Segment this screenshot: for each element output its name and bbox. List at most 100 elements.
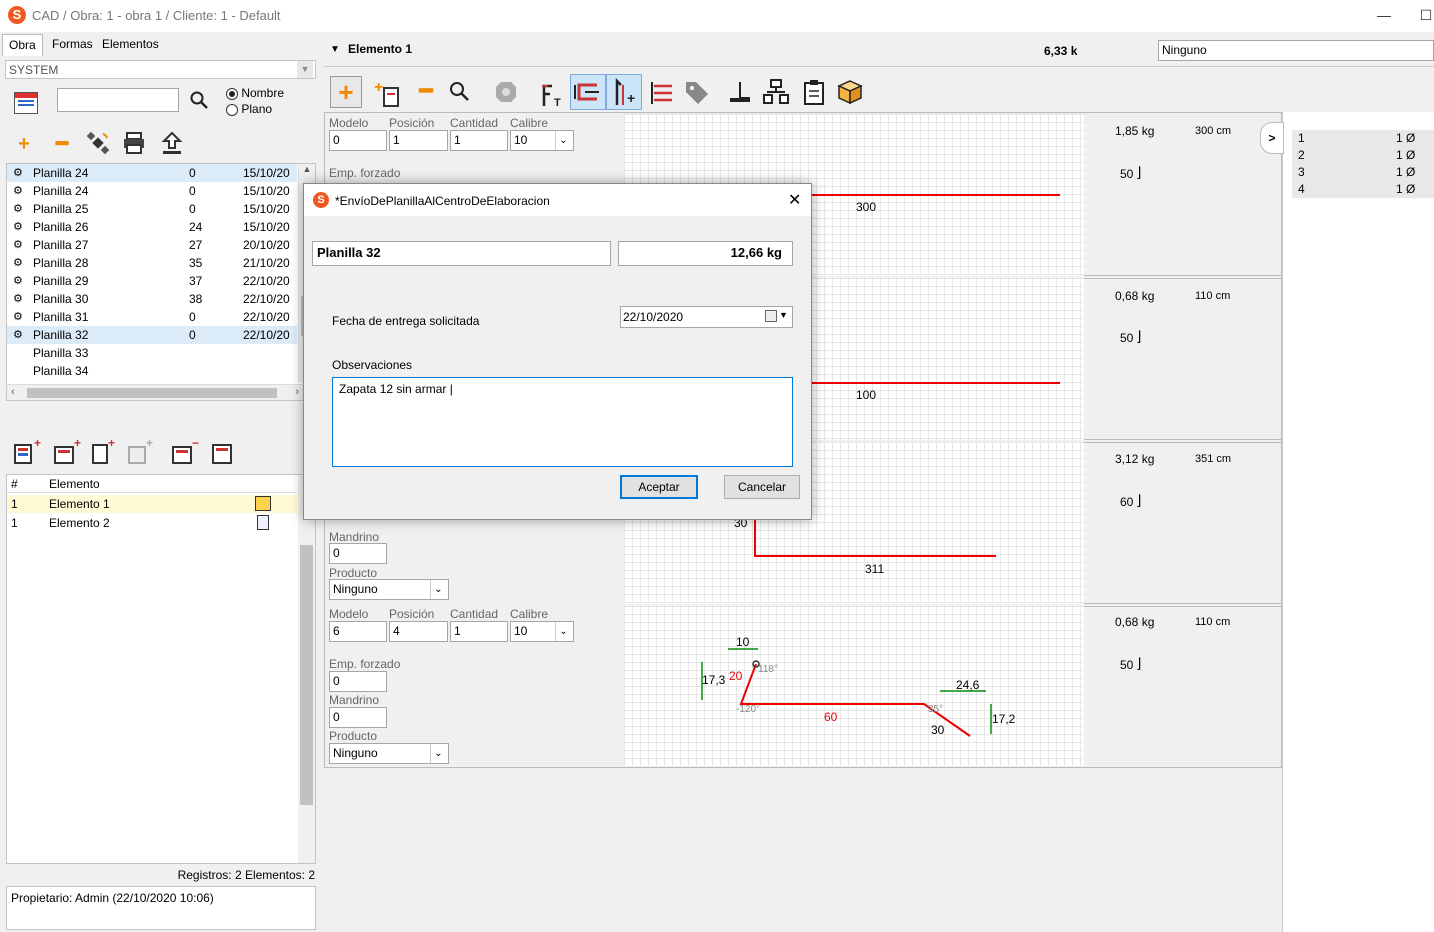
modelo-field[interactable]: 6 xyxy=(329,621,387,642)
mandrino-field[interactable]: 0 xyxy=(329,543,387,564)
cantidad-field[interactable]: 1 xyxy=(450,130,508,151)
chevron-down-icon[interactable]: ▼ xyxy=(297,61,313,78)
chevron-down-icon[interactable]: ⌄ xyxy=(430,744,446,763)
cancel-button[interactable]: Cancelar xyxy=(724,475,800,499)
fecha-datepicker[interactable]: 22/10/2020 ▼ xyxy=(620,306,793,328)
grid-add-disabled-icon xyxy=(128,446,146,464)
posicion-field[interactable]: 4 xyxy=(389,621,448,642)
table-row[interactable]: 1 Elemento 2 xyxy=(7,514,297,532)
tag-icon[interactable] xyxy=(682,78,710,106)
remove-form-icon[interactable] xyxy=(172,446,192,464)
radio-plano[interactable]: Plano xyxy=(226,102,272,116)
open-folder-icon[interactable] xyxy=(255,496,271,511)
planilla-name: Planilla 29 xyxy=(33,274,89,288)
calendar-icon[interactable] xyxy=(765,310,777,322)
list-item[interactable]: ⚙ Planilla 27 27 20/10/20 xyxy=(7,236,297,254)
tab-elementos[interactable]: Elementos xyxy=(96,34,165,54)
collapse-triangle-icon[interactable]: ▼ xyxy=(330,44,340,55)
remove-shape-icon[interactable]: ━ xyxy=(412,78,440,106)
horizontal-scrollbar[interactable]: ‹ › xyxy=(7,384,315,400)
measure-icon[interactable] xyxy=(726,78,754,106)
list-item[interactable]: ⚙ Planilla 30 38 22/10/20 xyxy=(7,290,297,308)
copy-form-icon[interactable] xyxy=(212,444,232,464)
weight-field[interactable]: 12,66 kg xyxy=(618,241,793,266)
element-icon[interactable] xyxy=(257,515,269,530)
zoom-icon[interactable] xyxy=(448,80,474,106)
side-list-item[interactable]: 4 1 Ø xyxy=(1292,181,1434,198)
table-row[interactable]: 1 Elemento 1 xyxy=(7,495,297,513)
calendar-list-icon[interactable] xyxy=(14,92,38,114)
print-icon[interactable] xyxy=(120,130,148,158)
add-shape-icon[interactable]: + xyxy=(330,76,362,108)
tab-formas[interactable]: Formas xyxy=(46,34,99,54)
search-icon[interactable] xyxy=(189,90,211,112)
system-combo[interactable]: SYSTEM ▼ xyxy=(5,60,316,79)
side-toggle[interactable]: > xyxy=(1260,122,1284,154)
list-item[interactable]: Planilla 33 xyxy=(7,344,297,362)
box-3d-icon[interactable] xyxy=(836,78,864,106)
list-item[interactable]: ⚙ Planilla 24 0 15/10/20 xyxy=(7,182,297,200)
search-input[interactable] xyxy=(57,88,179,112)
list-item[interactable]: Planilla 34 xyxy=(7,362,297,380)
minimize-button[interactable]: — xyxy=(1372,4,1396,26)
producto-select[interactable]: Ninguno ⌄ xyxy=(329,579,449,600)
system-combo-value: SYSTEM xyxy=(9,63,59,77)
shape-vertical-icon[interactable]: + xyxy=(606,74,642,110)
planilla-field[interactable]: Planilla 32 xyxy=(312,241,611,266)
clipboard-add-icon[interactable] xyxy=(92,444,108,464)
posicion-field[interactable]: 1 xyxy=(389,130,448,151)
side-list-item[interactable]: 2 1 Ø xyxy=(1292,147,1434,164)
satellite-send-icon[interactable] xyxy=(84,130,112,158)
new-element-icon[interactable] xyxy=(14,444,32,464)
upload-icon[interactable] xyxy=(158,130,186,158)
cantidad-field[interactable]: 1 xyxy=(450,621,508,642)
observaciones-textarea[interactable]: Zapata 12 sin armar | xyxy=(332,377,793,467)
list-item[interactable]: ⚙ Planilla 25 0 15/10/20 xyxy=(7,200,297,218)
shape-list-icon[interactable] xyxy=(648,78,676,106)
list-item[interactable]: ⚙ Planilla 32 0 22/10/20 xyxy=(7,326,297,344)
chevron-down-icon[interactable]: ⌄ xyxy=(430,580,446,599)
remove-icon[interactable]: ━ xyxy=(48,130,76,158)
vertical-scrollbar[interactable] xyxy=(298,475,315,863)
shape-f-icon[interactable]: T xyxy=(538,78,566,109)
calibre-select[interactable]: 10 ⌄ xyxy=(510,621,574,642)
close-icon[interactable]: ✕ xyxy=(788,190,801,210)
side-list-item[interactable]: 1 1 Ø xyxy=(1292,130,1434,147)
panel-length: 351 cm xyxy=(1195,453,1232,465)
add-icon[interactable]: + xyxy=(10,130,38,158)
list-item[interactable]: ⚙ Planilla 31 0 22/10/20 xyxy=(7,308,297,326)
radio-nombre[interactable]: Nombre xyxy=(226,86,284,100)
dimension-label: 20 xyxy=(729,669,743,683)
clipboard-icon[interactable] xyxy=(800,78,828,106)
modelo-field[interactable]: 0 xyxy=(329,130,387,151)
planilla-name: Planilla 24 xyxy=(33,166,89,180)
side-list-item[interactable]: 3 1 Ø xyxy=(1292,164,1434,181)
ninguno-value: Ninguno xyxy=(1162,43,1207,57)
tab-obra[interactable]: Obra xyxy=(2,34,43,56)
new-form-icon[interactable] xyxy=(54,446,74,464)
gear-status-icon: ⚙ xyxy=(13,329,23,341)
shape-bend-icon[interactable] xyxy=(570,74,606,110)
ninguno-field[interactable]: Ninguno xyxy=(1158,40,1434,61)
chevron-down-icon[interactable]: ⌄ xyxy=(555,622,571,641)
add-from-library-icon[interactable]: + xyxy=(372,78,402,108)
gear-status-icon: ⚙ xyxy=(13,203,23,215)
accept-button[interactable]: Aceptar xyxy=(620,475,698,499)
elementos-header: # Elemento xyxy=(7,475,297,493)
obs-value: Zapata 12 sin armar | xyxy=(339,382,453,396)
shape-canvas-4[interactable]: 10 17,3 20 118° -120° 60 24,6 35° 30 17,… xyxy=(624,606,1084,766)
producto-select[interactable]: Ninguno ⌄ xyxy=(329,743,449,764)
chevron-down-icon[interactable]: ▼ xyxy=(779,310,788,320)
radio-plano-label: Plano xyxy=(241,102,273,116)
list-item[interactable]: ⚙ Planilla 28 35 21/10/20 xyxy=(7,254,297,272)
list-item[interactable]: ⚙ Planilla 26 24 15/10/20 xyxy=(7,218,297,236)
list-item[interactable]: ⚙ Planilla 24 0 15/10/20 xyxy=(7,164,297,182)
list-item[interactable]: ⚙ Planilla 29 37 22/10/20 xyxy=(7,272,297,290)
hierarchy-icon[interactable] xyxy=(762,78,790,106)
emp-field[interactable]: 0 xyxy=(329,671,387,692)
mandrino-field[interactable]: 0 xyxy=(329,707,387,728)
maximize-button[interactable]: ☐ xyxy=(1414,4,1434,26)
chevron-down-icon[interactable]: ⌄ xyxy=(555,131,571,150)
emp-label: Emp. forzado xyxy=(329,657,401,671)
calibre-select[interactable]: 10 ⌄ xyxy=(510,130,574,151)
